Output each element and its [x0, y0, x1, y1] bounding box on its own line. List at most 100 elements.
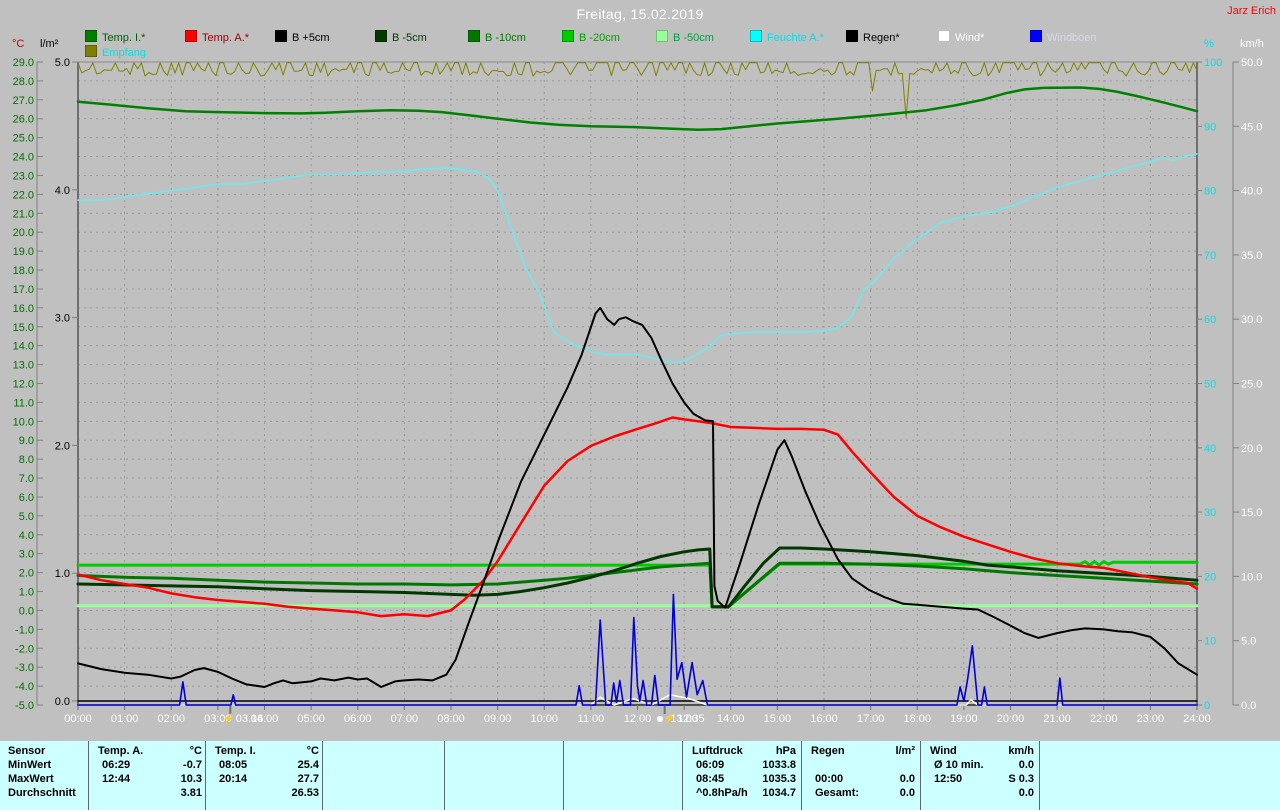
axis-tick-label: 10.0	[1241, 571, 1262, 583]
table-measure-value: 0.0	[899, 787, 915, 799]
axis-tick-label: 11:00	[578, 713, 605, 725]
axis-tick-label: 45.0	[1241, 121, 1262, 133]
event-marker-time: 03:16	[235, 713, 264, 725]
axis-tick-label: 5.0	[1241, 636, 1256, 648]
axis-tick-label: 27.0	[13, 95, 34, 107]
table-group-header: Regen	[811, 745, 845, 757]
axis-tick-label: 8.0	[19, 454, 34, 466]
table-row-label: MinWert	[8, 759, 52, 771]
axis-tick-label: 30.0	[1241, 314, 1262, 326]
axis-tick-label: 100	[1204, 57, 1222, 69]
axis-tick-label: 30	[1204, 507, 1216, 519]
axis-tick-label: -1.0	[15, 624, 34, 636]
axis-tick-label: 70	[1204, 250, 1216, 262]
series-feuchte-a-	[77, 153, 1198, 364]
lightning-icon: ⚡	[663, 714, 677, 725]
axis-tick-label: 28.0	[13, 76, 34, 88]
table-measure-value: 0.0	[899, 773, 915, 785]
axis-tick-label: 60	[1204, 314, 1216, 326]
table-time-value: 12:44	[102, 773, 131, 785]
table-measure-value: 27.7	[297, 773, 319, 785]
axis-tick-label: 40.0	[1241, 186, 1262, 198]
axis-tick-label: 18:00	[903, 713, 931, 725]
table-measure-value: 1034.7	[762, 787, 796, 799]
axis-tick-label: 10	[1204, 636, 1216, 648]
axis-tick-label: 01:00	[111, 713, 139, 725]
axis-tick-label: 40	[1204, 443, 1216, 455]
event-marker-03-16: ⚡03:16	[222, 713, 263, 725]
table-measure-value: 1035.3	[762, 773, 796, 785]
axis-tick-label: 4.0	[19, 530, 34, 542]
table-group-unit: °C	[189, 745, 202, 757]
table-time-value: 20:14	[219, 773, 248, 785]
table-measure-value: -0.7	[183, 759, 202, 771]
axis-tick-label: 23.0	[13, 170, 34, 182]
axis-tick-label: 7.0	[19, 473, 34, 485]
axis-tick-label: 50	[1204, 379, 1216, 391]
axis-tick-label: 90	[1204, 121, 1216, 133]
axis-tick-label: 10:00	[530, 713, 558, 725]
axis-tick-label: 05:00	[297, 713, 325, 725]
axis-tick-label: 0	[1204, 700, 1210, 712]
axis-tick-label: 00:00	[64, 713, 92, 725]
axis-tick-label: 25.0	[13, 133, 34, 145]
table-separator	[682, 741, 683, 810]
axis-tick-label: 06:00	[344, 713, 372, 725]
axis-tick-label: 21:00	[1043, 713, 1071, 725]
lightning-icon: ⚡	[222, 714, 235, 725]
table-time-value: 00:00	[815, 773, 844, 785]
axis-tick-label: 09:00	[484, 713, 512, 725]
series-wind	[77, 693, 1198, 706]
axis-tick-label: -5.0	[15, 700, 34, 712]
axis-tick-label: 0.0	[19, 605, 34, 617]
axis-tick-label: 02:00	[157, 713, 185, 725]
table-separator	[88, 741, 89, 810]
axis-tick-label: -4.0	[15, 681, 34, 693]
axis-tick-label: 15:00	[764, 713, 792, 725]
axis-tick-label: -3.0	[15, 662, 34, 674]
axis-tick-label: 1.0	[19, 587, 34, 599]
weather-app-window: Freitag, 15.02.2019 Jarz Erich °C l/m² %…	[0, 0, 1280, 810]
axis-tick-label: 0.0	[55, 696, 70, 708]
table-group-unit: km/h	[1008, 745, 1034, 757]
axis-tick-label: 11.0	[13, 397, 34, 409]
axis-tick-label: 6.0	[19, 492, 34, 504]
axis-tick-label: 29.0	[13, 57, 34, 69]
table-group-header: Wind	[930, 745, 957, 757]
axis-tick-label: 3.0	[19, 549, 34, 561]
axis-tick-label: 10.0	[13, 416, 34, 428]
axis-tick-label: 4.0	[55, 185, 70, 197]
axis-tick-label: 24.0	[13, 152, 34, 164]
axis-tick-label: 25.0	[1241, 379, 1262, 391]
event-marker-time: 12:35	[677, 713, 705, 725]
axis-tick-label: 18.0	[13, 265, 34, 277]
chart-plot-area: 29.0 28.0 27.0 26.0 25.0 24.0 23.0 22.0 21.0 20.0…	[13, 57, 1263, 725]
table-time-value: 08:45	[696, 773, 725, 785]
axis-tick-label: 17.0	[13, 284, 34, 296]
summary-table: Sensor MinWert MaxWert Durchschnitt Temp. A.…	[0, 741, 1280, 810]
axis-tick-label: 21.0	[13, 208, 34, 220]
axis-tick-label: 16.0	[13, 303, 34, 315]
axis-tick-label: 17:00	[857, 713, 885, 725]
axis-tick-label: 50.0	[1241, 57, 1262, 69]
table-time-value: 08:05	[219, 759, 248, 771]
axis-tick-label: 2.0	[19, 568, 34, 580]
moon-icon	[656, 716, 663, 722]
axis-tick-label: 15.0	[13, 322, 34, 334]
table-group-unit: l/m²	[895, 745, 915, 757]
table-time-value: 06:29	[102, 759, 131, 771]
axis-tick-label: 24:00	[1183, 713, 1211, 725]
axis-tick-label: 12.0	[13, 379, 34, 391]
series-empfang	[77, 62, 1198, 119]
axis-tick-label: 22.0	[13, 189, 34, 201]
axis-tick-label: 08:00	[437, 713, 465, 725]
axis-tick-label: 1.0	[55, 568, 70, 580]
axis-tick-label: 3.0	[55, 313, 70, 325]
axis-tick-label: -2.0	[15, 643, 34, 655]
axis-tick-label: 14:00	[717, 713, 745, 725]
table-group-unit: hPa	[775, 745, 796, 757]
axis-tick-label: 19.0	[13, 246, 34, 258]
axis-tick-label: 5.0	[19, 511, 34, 523]
axis-tick-label: 07:00	[391, 713, 419, 725]
table-time-value: 12:50	[934, 773, 963, 785]
